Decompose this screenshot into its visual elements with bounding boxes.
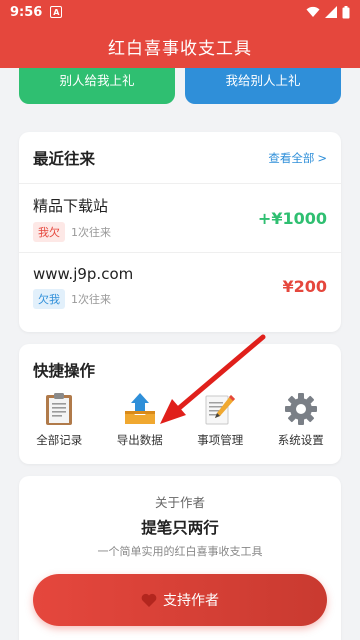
author-name: 提笔只两行 [141,519,219,537]
quick-actions-card: 快捷操作 全部记录 导出数据 事项管理 系统设置 [19,344,341,464]
author-description: 一个简单实用的红白喜事收支工具 [97,545,263,558]
about-author-label: 关于作者 [154,495,205,510]
export-data-action[interactable]: 导出数据 [100,392,181,458]
gear-icon [284,392,318,426]
action-label: 全部记录 [36,433,83,447]
support-author-button[interactable]: 支持作者 [33,574,327,626]
heart-icon [141,593,157,607]
status-bar: 9:56 A [0,0,360,24]
action-label: 事项管理 [197,433,244,447]
wifi-icon [306,6,320,17]
view-all-link[interactable]: 查看全部 > [268,150,327,166]
amount: ¥200 [282,277,327,296]
view-all-label: 查看全部 [268,150,315,165]
amount: +¥1000 [257,208,327,228]
export-tray-icon [123,392,157,426]
quick-buttons: 别人给我上礼 我给别人上礼 [19,68,341,104]
recent-header: 最近往来 查看全部 > [19,132,341,184]
author-card: 关于作者 提笔只两行 一个简单实用的红白喜事收支工具 支持作者 [19,476,341,640]
quick-actions-title: 快捷操作 [33,362,96,380]
status-time: 9:56 [10,4,43,20]
contact-name: www.j9p.com [33,264,134,283]
action-label: 系统设置 [277,433,324,447]
battery-icon [342,5,350,18]
notification-a-icon: A [50,6,63,18]
memo-pencil-icon [203,392,237,426]
chevron-right-icon: > [317,150,327,165]
interaction-count: 1次往来 [71,292,111,306]
app-title: 红白喜事收支工具 [0,24,360,68]
received-gift-button[interactable]: 别人给我上礼 [19,68,175,104]
list-item[interactable]: 精品下载站 我欠 1次往来 +¥1000 [19,184,341,252]
recent-card: 最近往来 查看全部 > 精品下载站 我欠 1次往来 +¥1000 www.j9p… [19,132,341,332]
status-badge: 欠我 [33,288,65,309]
status-badge: 我欠 [33,221,65,242]
event-management-action[interactable]: 事项管理 [180,392,261,458]
signal-icon [325,6,337,18]
support-author-label: 支持作者 [163,593,219,609]
given-gift-button[interactable]: 我给别人上礼 [185,68,341,104]
all-records-action[interactable]: 全部记录 [19,392,100,458]
clipboard-icon [42,392,76,426]
contact-name: 精品下载站 [33,196,109,215]
system-settings-action[interactable]: 系统设置 [261,392,342,458]
recent-title: 最近往来 [33,149,96,168]
interaction-count: 1次往来 [71,225,111,239]
action-label: 导出数据 [116,433,163,447]
list-item[interactable]: www.j9p.com 欠我 1次往来 ¥200 [19,252,341,320]
